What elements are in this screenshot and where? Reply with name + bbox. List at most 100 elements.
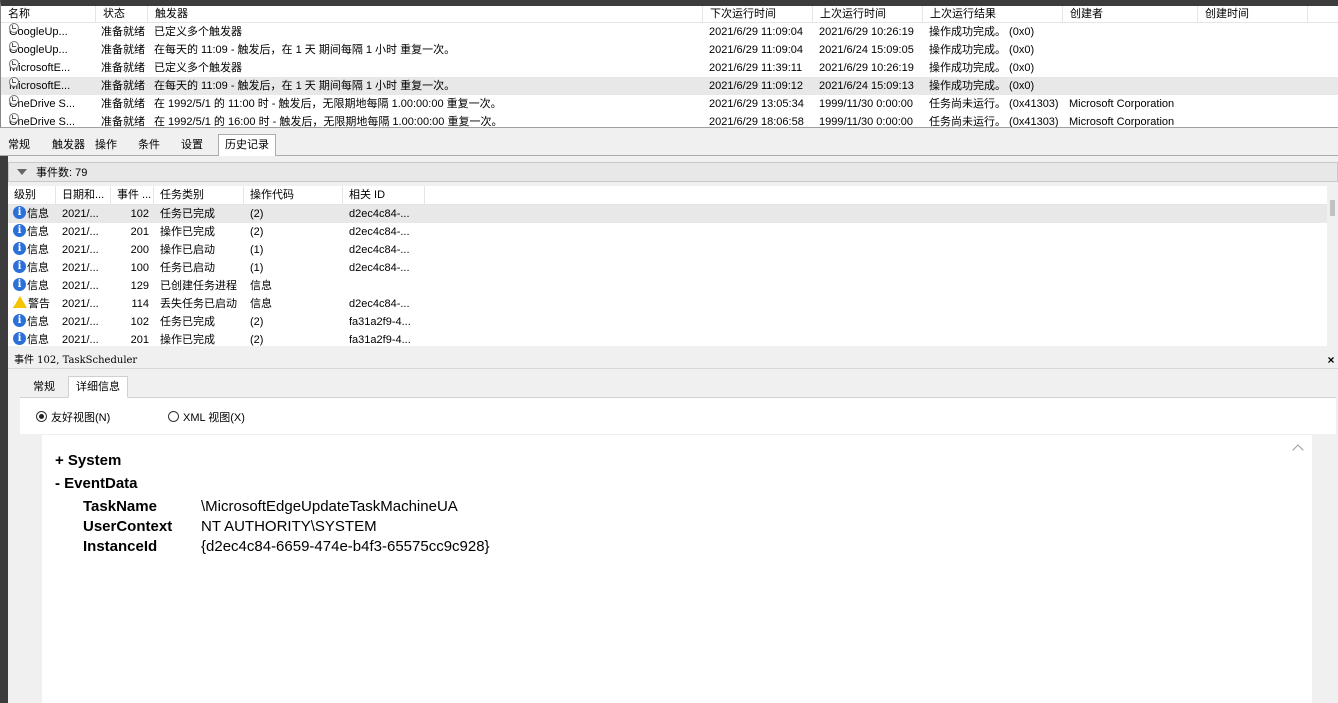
task-row[interactable]: OneDrive S... 准备就绪在 1992/5/1 的 11:00 时 - … bbox=[1, 95, 1338, 113]
tab-general[interactable]: 常规 bbox=[2, 136, 36, 156]
task-row[interactable]: MicrosoftE... 准备就绪 已定义多个触发器 2021/6/29 11:39… bbox=[1, 59, 1338, 77]
tab-actions[interactable]: 操作 bbox=[89, 136, 123, 156]
event-row[interactable]: i 信息 2021/... 129 已创建任务进程 信息 bbox=[8, 277, 1335, 295]
event-date: 2021/... bbox=[62, 334, 99, 346]
event-row[interactable]: i 信息 2021/... 102 任务已完成 (2) d2ec4c84-... bbox=[8, 205, 1335, 223]
task-row[interactable]: GoogleUp... 准备就绪 在每天的 11:09 - 触发后，在 1 天 期间… bbox=[1, 41, 1338, 59]
event-id: 114 bbox=[131, 298, 149, 310]
task-last-result: 操作成功完成。 (0x0) bbox=[929, 80, 1035, 92]
task-next-run: 2021/6/29 18:06:58 bbox=[709, 116, 804, 128]
event-row[interactable]: i 信息 2021/... 201 操作已完成 (2) fa31a2f9-4... bbox=[8, 331, 1335, 346]
task-row[interactable]: GoogleUp... 准备就绪 已定义多个触发器 2021/6/29 11:09:0… bbox=[1, 23, 1338, 41]
column-header-task-category[interactable]: 任务类别 bbox=[154, 186, 244, 205]
event-row[interactable]: i 信息 2021/... 200 操作已启动 (1) d2ec4c84-... bbox=[8, 241, 1335, 259]
task-status: 准备就绪 bbox=[101, 116, 145, 128]
task-clock-icon bbox=[9, 41, 19, 51]
event-date: 2021/... bbox=[62, 208, 99, 220]
tab-history[interactable]: 历史记录 bbox=[218, 134, 276, 157]
tab-conditions[interactable]: 条件 bbox=[132, 136, 166, 156]
event-category: 操作已完成 bbox=[160, 334, 215, 346]
field-instanceid: InstanceId {d2ec4c84-6659-474e-b4f3-65575… bbox=[83, 538, 490, 555]
event-level-text: 信息 bbox=[27, 334, 49, 346]
event-category: 已创建任务进程 bbox=[160, 280, 237, 292]
event-level: 警告 bbox=[13, 295, 61, 313]
column-header-opcode[interactable]: 操作代码 bbox=[244, 186, 343, 205]
event-correlation-id: fa31a2f9-4... bbox=[349, 316, 411, 328]
task-status: 准备就绪 bbox=[101, 44, 145, 56]
task-list-header: 名称 状态 触发器 下次运行时间 上次运行时间 上次运行结果 创建者 创建时间 bbox=[1, 6, 1338, 23]
tab-event-details[interactable]: 详细信息 bbox=[68, 376, 128, 398]
event-level-text: 信息 bbox=[27, 262, 49, 274]
task-row[interactable]: OneDrive S... 准备就绪在 1992/5/1 的 16:00 时 - … bbox=[1, 113, 1338, 128]
column-header-status[interactable]: 状态 bbox=[96, 6, 148, 23]
column-header-event-id[interactable]: 事件 ... bbox=[111, 186, 154, 205]
event-id: 201 bbox=[130, 226, 149, 238]
event-row[interactable]: i 信息 2021/... 201 操作已完成 (2) d2ec4c84-... bbox=[8, 223, 1335, 241]
task-trigger: 在 1992/5/1 的 16:00 时 - 触发后，无限期地每隔 1.00:0… bbox=[154, 116, 503, 128]
view-mode-options: 友好视图(N) XML 视图(X) bbox=[20, 398, 1336, 434]
event-correlation-id: fa31a2f9-4... bbox=[349, 334, 411, 346]
task-author: Microsoft Corporation bbox=[1069, 98, 1175, 110]
column-header-next-run[interactable]: 下次运行时间 bbox=[703, 6, 813, 23]
friendly-view-radio[interactable]: 友好视图(N) bbox=[36, 409, 110, 425]
task-clock-icon bbox=[9, 77, 19, 87]
column-header-date[interactable]: 日期和... bbox=[56, 186, 111, 205]
task-trigger: 在每天的 11:09 - 触发后，在 1 天 期间每隔 1 小时 重复一次。 bbox=[154, 80, 456, 92]
event-count-label: 事件数: 79 bbox=[36, 167, 88, 179]
event-category: 任务已完成 bbox=[160, 316, 215, 328]
info-icon: i bbox=[13, 278, 26, 291]
task-row[interactable]: MicrosoftE... 准备就绪 在每天的 11:09 - 触发后，在 1 天 … bbox=[1, 77, 1338, 95]
event-id: 200 bbox=[130, 244, 149, 256]
event-row[interactable]: i 信息 2021/... 100 任务已启动 (1) d2ec4c84-... bbox=[8, 259, 1335, 277]
task-name: OneDrive S... bbox=[9, 95, 97, 113]
event-row[interactable]: 警告 2021/... 114 丢失任务已启动 信息 d2ec4c84-... bbox=[8, 295, 1335, 313]
close-icon[interactable]: × bbox=[1324, 352, 1338, 368]
column-header-name[interactable]: 名称 bbox=[1, 6, 96, 23]
field-key: TaskName bbox=[83, 498, 157, 515]
radio-selected-icon[interactable] bbox=[36, 411, 47, 422]
event-row[interactable]: i 信息 2021/... 102 任务已完成 (2) fa31a2f9-4... bbox=[8, 313, 1335, 331]
info-icon: i bbox=[13, 260, 26, 273]
column-header-last-result[interactable]: 上次运行结果 bbox=[923, 6, 1063, 23]
task-last-result: 操作成功完成。 (0x0) bbox=[929, 44, 1035, 56]
scroll-up-icon[interactable] bbox=[1292, 443, 1304, 455]
task-next-run: 2021/6/29 11:39:11 bbox=[709, 62, 803, 74]
column-header-correlation-id[interactable]: 相关 ID bbox=[343, 186, 425, 205]
filter-icon[interactable] bbox=[17, 169, 27, 175]
task-last-run: 2021/6/29 10:26:19 bbox=[819, 26, 914, 38]
event-level: i 信息 bbox=[13, 331, 61, 346]
system-node[interactable]: + System bbox=[55, 452, 121, 469]
eventdata-node[interactable]: - EventData bbox=[55, 475, 138, 492]
filter-bar: 事件数: 79 bbox=[8, 162, 1338, 182]
radio-unselected-icon[interactable] bbox=[168, 411, 179, 422]
event-level-text: 信息 bbox=[27, 244, 49, 256]
column-header-trigger[interactable]: 触发器 bbox=[148, 6, 703, 23]
tab-event-general[interactable]: 常规 bbox=[26, 378, 62, 397]
tab-settings[interactable]: 设置 bbox=[175, 136, 209, 156]
column-header-last-run[interactable]: 上次运行时间 bbox=[813, 6, 923, 23]
column-header-level[interactable]: 级别 bbox=[8, 186, 56, 205]
task-rows: GoogleUp... 准备就绪 已定义多个触发器 2021/6/29 11:09:0… bbox=[1, 23, 1338, 128]
event-date: 2021/... bbox=[62, 262, 99, 274]
task-trigger: 已定义多个触发器 bbox=[154, 26, 242, 38]
event-id: 100 bbox=[130, 262, 149, 274]
tab-triggers[interactable]: 触发器 bbox=[46, 136, 91, 156]
field-value: {d2ec4c84-6659-474e-b4f3-65575cc9c928} bbox=[201, 538, 490, 555]
event-opcode: (2) bbox=[250, 316, 264, 328]
event-opcode: (1) bbox=[250, 262, 264, 274]
task-author: Microsoft Corporation bbox=[1069, 116, 1175, 128]
task-name: OneDrive S... bbox=[9, 113, 97, 127]
event-table-scrollbar[interactable] bbox=[1327, 186, 1338, 346]
column-header-author[interactable]: 创建者 bbox=[1063, 6, 1198, 23]
xml-view-radio[interactable]: XML 视图(X) bbox=[168, 409, 245, 425]
task-name: GoogleUp... bbox=[9, 23, 97, 41]
event-table-header: 级别 日期和... 事件 ... 任务类别 操作代码 相关 ID bbox=[8, 186, 1335, 205]
event-id: 102 bbox=[130, 208, 149, 220]
column-header-created[interactable]: 创建时间 bbox=[1198, 6, 1308, 23]
event-category: 操作已完成 bbox=[160, 226, 215, 238]
task-next-run: 2021/6/29 13:05:34 bbox=[709, 98, 804, 110]
task-list: 名称 状态 触发器 下次运行时间 上次运行时间 上次运行结果 创建者 创建时间 … bbox=[0, 0, 1338, 128]
scrollbar-thumb[interactable] bbox=[1330, 200, 1335, 216]
event-id: 102 bbox=[130, 316, 149, 328]
event-level: i 信息 bbox=[13, 259, 61, 277]
